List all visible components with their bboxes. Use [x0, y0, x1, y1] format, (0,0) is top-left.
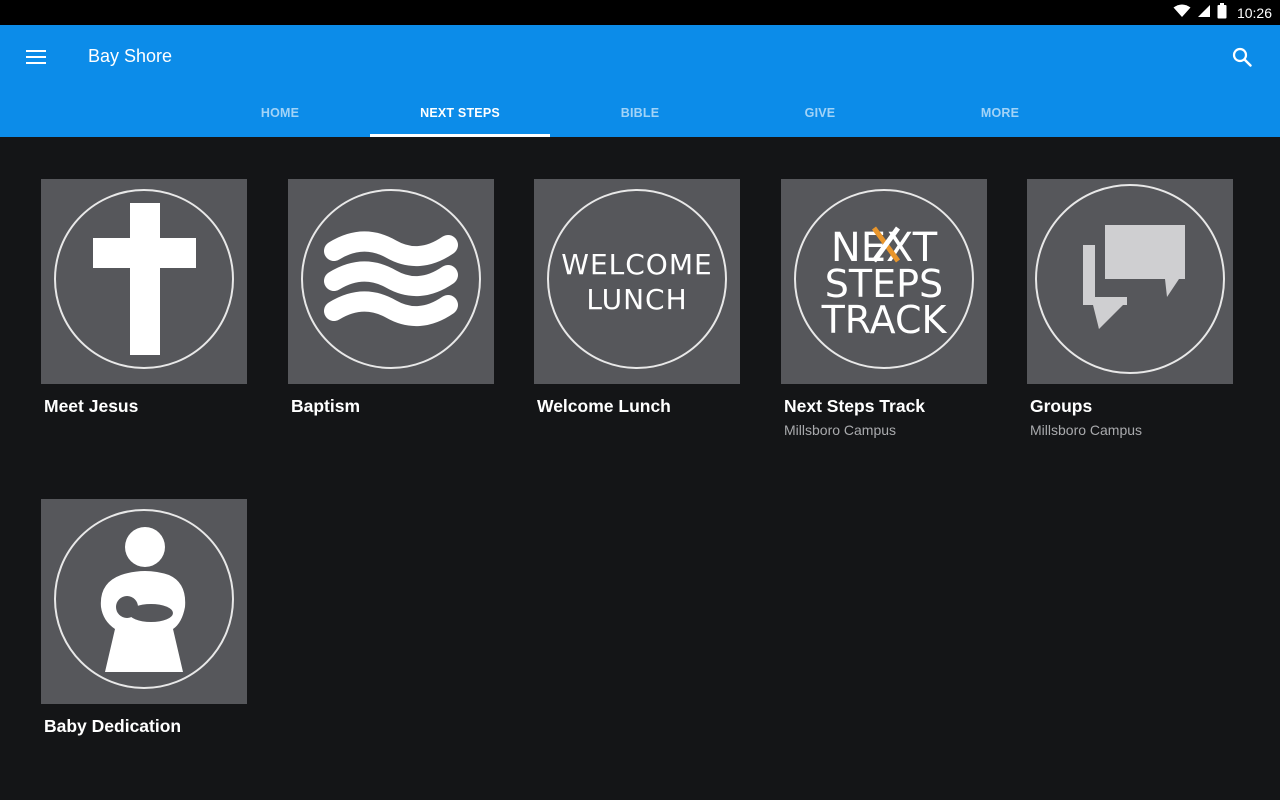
- tile-title: Baby Dedication: [44, 716, 182, 736]
- tile-title: Meet Jesus: [44, 396, 139, 416]
- tile-welcome-lunch[interactable]: WELCOME LUNCH Welcome Lunch: [534, 179, 740, 417]
- parent-baby-icon: [41, 497, 247, 706]
- tile-subtitle: Millsboro Campus: [1030, 422, 1143, 438]
- tab-home[interactable]: HOME: [190, 89, 370, 137]
- welcome-lunch-icon-line1: WELCOME: [561, 248, 712, 281]
- next-steps-icon-line3: TRACK: [821, 298, 948, 342]
- tab-next-steps[interactable]: NEXT STEPS: [370, 89, 550, 137]
- tile-image: [41, 499, 247, 704]
- tile-baby-dedication[interactable]: Baby Dedication: [41, 499, 247, 737]
- menu-button[interactable]: [20, 43, 52, 75]
- search-icon: [1232, 47, 1252, 71]
- tile-subtitle: Millsboro Campus: [784, 422, 897, 438]
- search-button[interactable]: [1226, 43, 1258, 75]
- tile-title: Baptism: [291, 396, 361, 416]
- tile-title: Groups: [1030, 396, 1093, 416]
- tile-image: [288, 179, 494, 384]
- tile-title: Next Steps Track: [784, 396, 926, 416]
- tile-baptism[interactable]: Baptism: [288, 179, 494, 417]
- tab-more[interactable]: MORE: [910, 89, 1090, 137]
- next-steps-track-icon: NEXT STEPS TRACK: [781, 177, 987, 386]
- status-icons: 10:26: [1173, 0, 1272, 25]
- welcome-lunch-icon-line2: LUNCH: [586, 283, 687, 316]
- app-bar: Bay Shore HOME NEXT STEPS BIBLE GIVE MOR…: [0, 25, 1280, 137]
- waves-icon: [288, 177, 494, 386]
- tile-image: WELCOME LUNCH: [534, 179, 740, 384]
- chat-bubbles-icon: [1027, 177, 1233, 386]
- tile-image: [41, 179, 247, 384]
- next-steps-grid: Meet Jesus Baptism WELCOME LUNCH Welcome…: [0, 137, 1280, 800]
- cross-icon: [41, 177, 247, 386]
- status-bar: 10:26: [0, 0, 1280, 25]
- cell-signal-icon: [1197, 3, 1211, 22]
- wifi-icon: [1173, 3, 1191, 22]
- tile-meet-jesus[interactable]: Meet Jesus: [41, 179, 247, 417]
- tab-bar: HOME NEXT STEPS BIBLE GIVE MORE: [190, 89, 1090, 137]
- welcome-lunch-icon: WELCOME LUNCH: [534, 177, 740, 386]
- tile-groups[interactable]: Groups Millsboro Campus: [1027, 179, 1233, 438]
- status-time: 10:26: [1236, 4, 1272, 21]
- app-title: Bay Shore: [88, 46, 173, 66]
- tab-bible[interactable]: BIBLE: [550, 89, 730, 137]
- tab-give[interactable]: GIVE: [730, 89, 910, 137]
- hamburger-menu-icon: [26, 49, 46, 69]
- tile-title: Welcome Lunch: [537, 396, 671, 416]
- battery-icon: [1217, 2, 1227, 23]
- tile-next-steps-track[interactable]: NEXT STEPS TRACK Next Steps Track Millsb…: [781, 179, 987, 438]
- tile-image: [1027, 179, 1233, 384]
- tile-image: NEXT STEPS TRACK: [781, 179, 987, 384]
